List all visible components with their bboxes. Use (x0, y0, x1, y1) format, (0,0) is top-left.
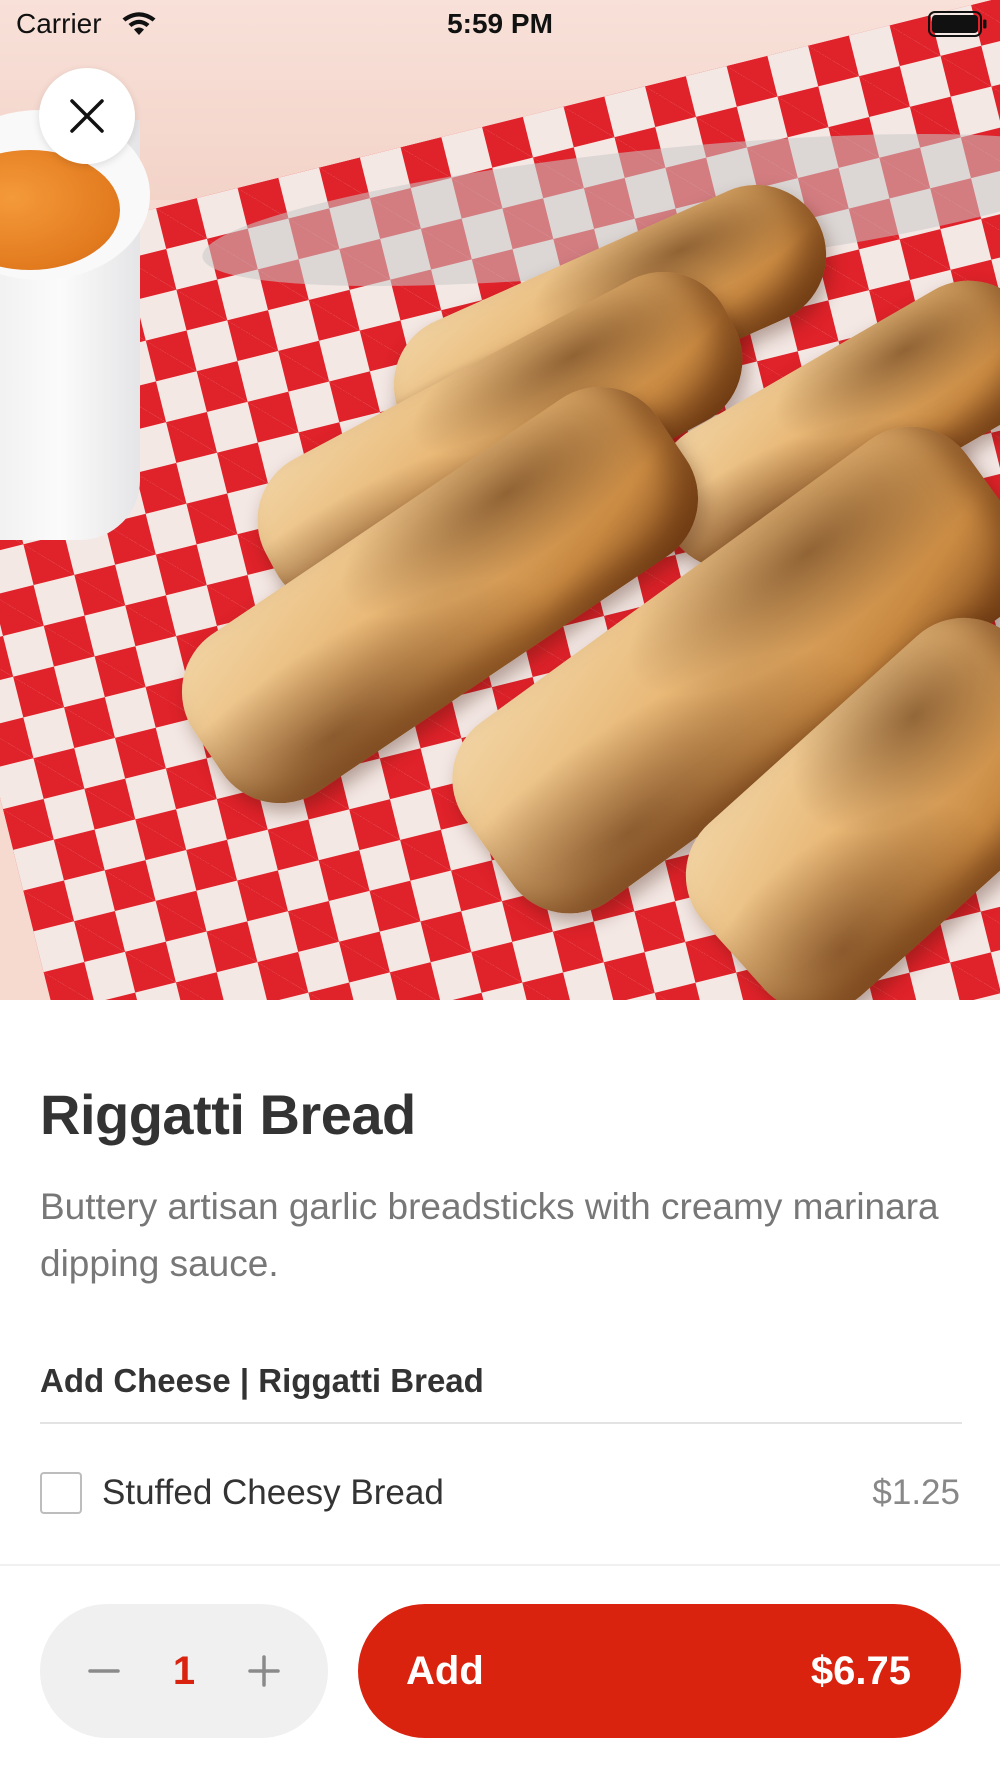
increase-quantity-button[interactable] (234, 1641, 294, 1701)
close-icon (70, 99, 104, 133)
add-button-label: Add (406, 1649, 484, 1693)
option-row-stuffed-cheesy-bread[interactable]: Stuffed Cheesy Bread $1.25 (0, 1440, 1000, 1550)
plus-icon (248, 1655, 280, 1687)
options-section-header: Add Cheese | Riggatti Bread (40, 1362, 484, 1399)
battery-icon (928, 11, 987, 37)
status-bar: Carrier 5:59 PM (0, 0, 1000, 52)
status-time: 5:59 PM (447, 8, 553, 39)
footer-divider (0, 1564, 1000, 1566)
minus-icon (88, 1669, 120, 1673)
option-price: $1.25 (872, 1473, 960, 1512)
item-hero-image (0, 0, 1000, 1000)
option-checkbox[interactable] (40, 1472, 82, 1514)
option-label: Stuffed Cheesy Bread (102, 1473, 444, 1512)
item-description: Buttery artisan garlic breadsticks with … (40, 1186, 939, 1284)
item-title: Riggatti Bread (40, 1083, 416, 1146)
quantity-value: 1 (172, 1649, 196, 1693)
add-to-order-button[interactable]: Add $6.75 (358, 1604, 961, 1738)
quantity-stepper: 1 (40, 1604, 328, 1738)
decrease-quantity-button[interactable] (74, 1641, 134, 1701)
close-button[interactable] (39, 68, 135, 164)
section-divider (40, 1422, 962, 1424)
bottom-action-bar: 1 Add $6.75 (0, 1604, 1000, 1740)
menu-item-detail-screen: Carrier 5:59 PM Riggatti Bread Buttery a… (0, 0, 1000, 1778)
add-button-price: $6.75 (810, 1649, 911, 1693)
